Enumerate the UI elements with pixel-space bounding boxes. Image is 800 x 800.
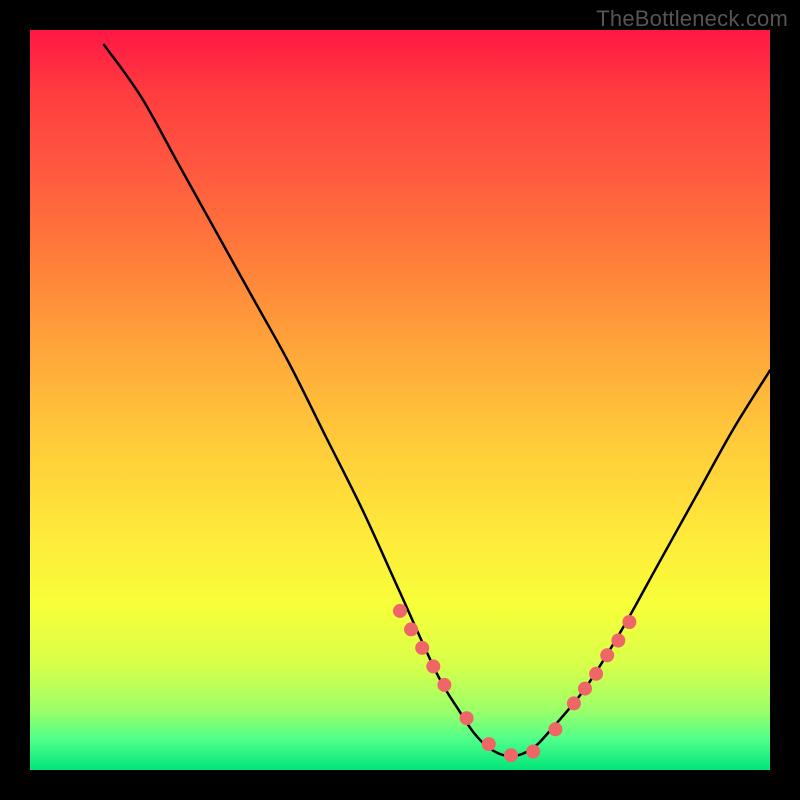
chart-frame: TheBottleneck.com	[0, 0, 800, 800]
data-marker	[567, 696, 581, 710]
data-marker	[460, 711, 474, 725]
data-marker	[578, 682, 592, 696]
data-marker	[426, 659, 440, 673]
plot-area	[30, 30, 770, 770]
curve-layer	[30, 30, 770, 770]
data-marker	[589, 667, 603, 681]
data-marker	[526, 745, 540, 759]
data-marker	[437, 678, 451, 692]
data-marker	[404, 622, 418, 636]
data-marker	[393, 604, 407, 618]
data-marker	[548, 722, 562, 736]
watermark-text: TheBottleneck.com	[596, 6, 788, 32]
data-marker	[611, 634, 625, 648]
marker-group	[393, 604, 636, 762]
data-marker	[622, 615, 636, 629]
data-marker	[600, 648, 614, 662]
bottleneck-curve	[104, 45, 770, 756]
data-marker	[415, 641, 429, 655]
data-marker	[504, 748, 518, 762]
data-marker	[482, 737, 496, 751]
